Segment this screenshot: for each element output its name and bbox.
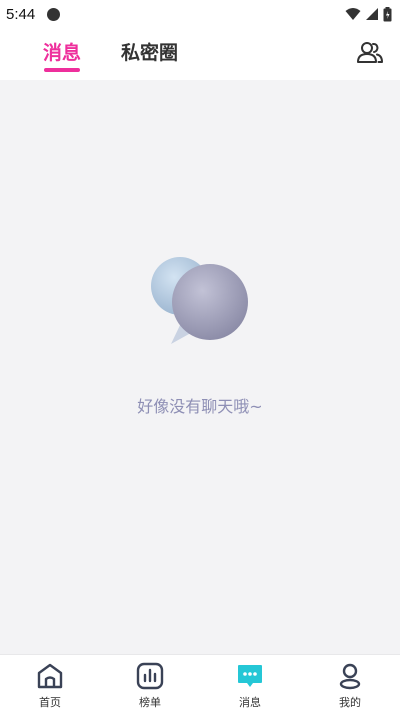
tab-private-circle[interactable]: 私密圈 (121, 38, 178, 65)
bottom-navigation: 首页 榜单 消息 我的 (0, 654, 400, 711)
nav-home[interactable]: 首页 (0, 655, 100, 711)
active-tab-indicator (44, 68, 80, 72)
notification-dot-icon (47, 7, 61, 21)
nav-ranking-label: 榜单 (139, 696, 161, 709)
chart-icon (136, 662, 164, 690)
chat-bubbles-icon (151, 257, 248, 344)
nav-ranking[interactable]: 榜单 (100, 655, 200, 711)
message-icon (238, 665, 262, 687)
nav-profile-label: 我的 (339, 696, 361, 709)
battery-icon (383, 6, 392, 21)
nav-profile[interactable]: 我的 (300, 655, 400, 711)
status-bar: 5:44 (0, 0, 400, 28)
empty-state-text: 好像没有聊天哦~ (137, 397, 263, 416)
tab-messages[interactable]: 消息 (43, 38, 81, 65)
status-time: 5:44 (6, 5, 36, 23)
message-list-empty-area: 好像没有聊天哦~ (0, 80, 400, 654)
status-left: 5:44 (6, 5, 61, 23)
nav-messages-label: 消息 (239, 696, 261, 709)
nav-home-label: 首页 (39, 696, 61, 709)
home-icon (37, 663, 63, 689)
signal-icon (366, 8, 378, 20)
wifi-icon (345, 8, 361, 20)
contacts-icon (357, 42, 383, 63)
nav-messages[interactable]: 消息 (200, 655, 300, 711)
profile-icon (339, 663, 361, 690)
status-icons (345, 6, 392, 22)
header: 消息 私密圈 (0, 28, 400, 80)
contacts-button[interactable] (356, 40, 384, 66)
